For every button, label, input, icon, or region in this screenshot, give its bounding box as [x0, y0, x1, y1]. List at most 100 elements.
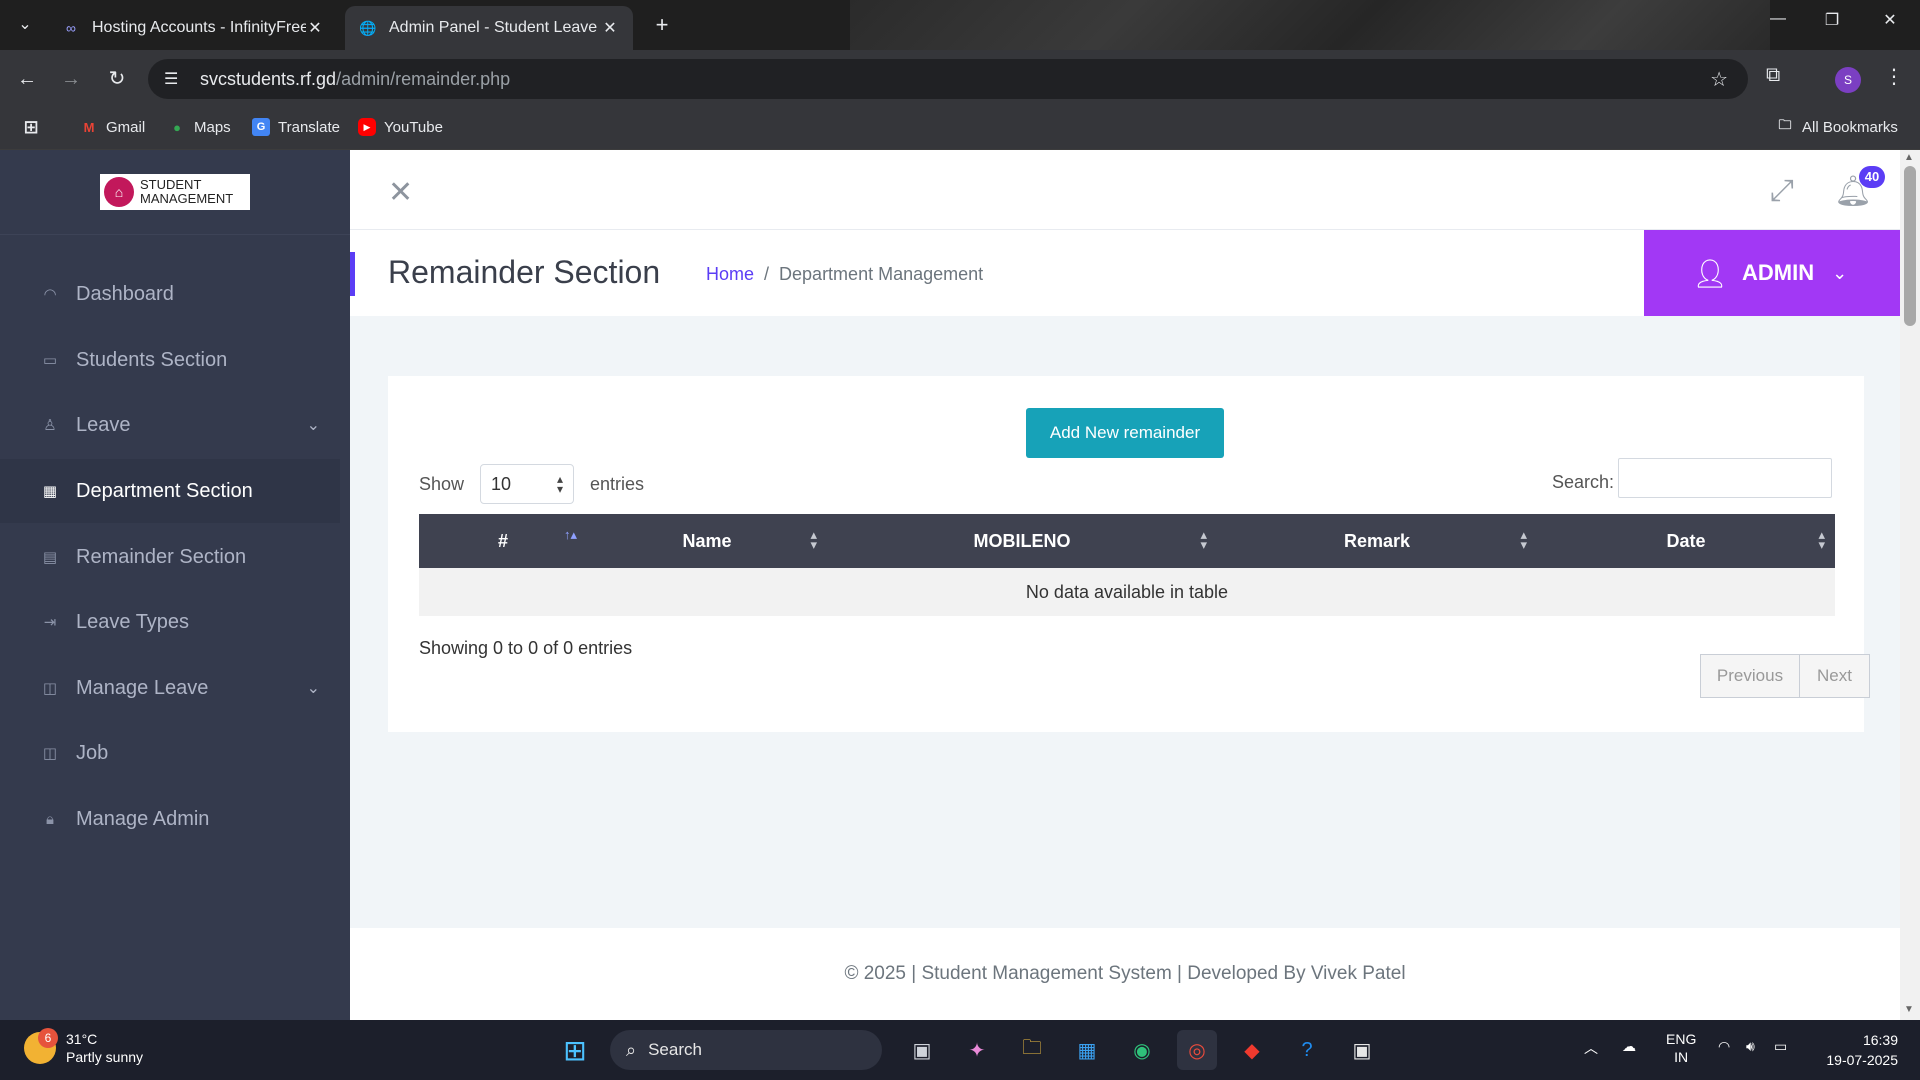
sidebar-item-label: Leave Types: [76, 610, 190, 633]
title-accent-bar: [350, 252, 355, 296]
column-header-mobileno[interactable]: MOBILENO ▴ ▾: [827, 514, 1217, 568]
profile-avatar[interactable]: S: [1835, 67, 1861, 93]
sidebar: ⌂ STUDENT MANAGEMENT ◠ Dashboard ▭ Stude…: [0, 150, 350, 1020]
url-text: svcstudents.rf.gd/admin/remainder.php: [200, 68, 511, 89]
admin-menu[interactable]: 👤︎ ADMIN ⌄: [1644, 230, 1900, 316]
browser-menu-icon[interactable]: ⋮: [1884, 64, 1904, 89]
sidebar-item-department[interactable]: ▦ Department Section: [0, 459, 340, 523]
fullscreen-icon[interactable]: ⤢: [1770, 174, 1794, 208]
copilot-icon[interactable]: ✦: [957, 1030, 997, 1070]
site-info-icon[interactable]: ☰: [164, 69, 186, 89]
breadcrumb-home[interactable]: Home: [706, 264, 754, 284]
help-icon[interactable]: ?: [1287, 1030, 1327, 1070]
column-header-name[interactable]: Name ▴ ▾: [587, 514, 827, 568]
scroll-up-icon[interactable]: ▲: [1904, 152, 1914, 163]
forward-icon[interactable]: →: [56, 64, 86, 94]
bookmark-youtube[interactable]: ▶ YouTube: [358, 118, 443, 136]
app-red-diamond-icon[interactable]: ◆: [1232, 1030, 1272, 1070]
system-clock[interactable]: 16:39 19-07-2025: [1812, 1030, 1898, 1070]
sidebar-item-remainder[interactable]: ▤ Remainder Section: [0, 525, 340, 589]
weather-temp: 31°C: [66, 1031, 98, 1047]
grid-icon: ▦: [42, 483, 58, 500]
close-tab-icon[interactable]: ✕: [306, 18, 324, 38]
column-header-number[interactable]: # ↑▴: [419, 514, 587, 568]
scroll-down-icon[interactable]: ▼: [1904, 1004, 1914, 1015]
sign-out-icon: ⇥: [43, 614, 57, 631]
column-header-remark[interactable]: Remark ▴ ▾: [1217, 514, 1537, 568]
sidebar-item-label: Leave: [76, 413, 131, 436]
bookmark-gmail[interactable]: M Gmail: [80, 118, 146, 136]
bookmark-star-icon[interactable]: ☆: [1710, 67, 1728, 92]
new-tab-button[interactable]: +: [648, 12, 676, 40]
sidebar-item-students[interactable]: ▭ Students Section: [0, 328, 340, 392]
gmail-icon: M: [83, 119, 95, 135]
clock-time: 16:39: [1862, 1032, 1898, 1048]
sort-asc-icon: ↑▴: [563, 527, 577, 542]
battery-icon[interactable]: ▭: [1774, 1038, 1787, 1055]
sort-icon: ▴ ▾: [810, 527, 817, 552]
close-window-icon[interactable]: ✕: [1870, 10, 1910, 30]
chrome-icon[interactable]: ◎: [1177, 1030, 1217, 1070]
volume-icon[interactable]: 🔊︎: [1746, 1038, 1755, 1055]
extensions-icon[interactable]: ⧉: [1766, 64, 1780, 87]
select-arrows-icon: ▴ ▾: [557, 472, 564, 496]
remainder-card: Add New remainder Show 10 ▴ ▾ entries Sea…: [388, 376, 1870, 732]
bookmark-label: Translate: [278, 118, 340, 136]
bookmark-label: YouTube: [384, 118, 443, 136]
previous-button[interactable]: Previous: [1700, 654, 1800, 698]
scrollbar-thumb[interactable]: [1904, 166, 1916, 326]
wifi-icon[interactable]: ◠: [1718, 1038, 1730, 1055]
taskbar-search[interactable]: ⌕ Search: [610, 1030, 882, 1070]
add-new-remainder-button[interactable]: Add New remainder: [1026, 408, 1224, 458]
calendar-icon: ▤: [42, 549, 58, 566]
language-indicator[interactable]: ENG IN: [1666, 1030, 1696, 1066]
terminal-app-icon[interactable]: ▣: [1342, 1030, 1382, 1070]
sidebar-item-job[interactable]: ◫ Job: [0, 721, 340, 785]
sort-icon: ▴ ▾: [1520, 527, 1527, 552]
close-sidebar-icon[interactable]: ✕: [388, 178, 413, 208]
app-logo[interactable]: ⌂ STUDENT MANAGEMENT: [100, 174, 250, 210]
restore-icon[interactable]: ❐: [1812, 10, 1852, 30]
all-bookmarks-label: All Bookmarks: [1802, 118, 1898, 136]
bookmarks-bar: ⊞ M Gmail ● Maps G Translate ▶ YouTube 🗀…: [0, 108, 1920, 150]
minimize-icon[interactable]: —: [1758, 10, 1798, 28]
apps-grid-icon[interactable]: ⊞: [22, 117, 48, 137]
user-icon: ♙: [43, 417, 57, 434]
bookmark-translate[interactable]: G Translate: [252, 118, 340, 136]
weather-badge: 6: [38, 1028, 58, 1048]
onedrive-icon[interactable]: ☁: [1622, 1038, 1636, 1055]
divider: [0, 234, 350, 235]
back-icon[interactable]: ←: [12, 64, 42, 94]
sidebar-item-manage-admin[interactable]: 🔒︎ Manage Admin: [0, 787, 340, 851]
windows-start-icon[interactable]: ⊞: [555, 1030, 595, 1070]
next-button[interactable]: Next: [1800, 654, 1870, 698]
sidebar-item-leave[interactable]: ♙ Leave ⌄: [0, 393, 340, 457]
column-header-date[interactable]: Date ▴ ▾: [1537, 514, 1835, 568]
entries-label: entries: [590, 473, 645, 494]
bookmark-maps[interactable]: ● Maps: [168, 118, 231, 136]
show-hidden-icons[interactable]: ︿: [1584, 1038, 1598, 1058]
edge-icon[interactable]: ◉: [1122, 1030, 1162, 1070]
sidebar-item-manage-leave[interactable]: ◫ Manage Leave ⌄: [0, 656, 340, 720]
task-view-icon[interactable]: ▣: [902, 1030, 942, 1070]
page-scrollbar[interactable]: ▲ ▼: [1900, 150, 1920, 1020]
sidebar-item-dashboard[interactable]: ◠ Dashboard: [0, 262, 340, 326]
tab-hosting-accounts[interactable]: ∞ Hosting Accounts - InfinityFree ✕: [48, 6, 338, 50]
reload-icon[interactable]: ↻: [102, 64, 132, 94]
store-icon[interactable]: ▦: [1067, 1030, 1107, 1070]
close-tab-icon[interactable]: ✕: [601, 18, 619, 38]
tab-search-icon[interactable]: ⌄: [12, 12, 38, 38]
chevron-down-icon: ⌄: [1832, 262, 1848, 283]
all-bookmarks[interactable]: 🗀 All Bookmarks: [1776, 117, 1898, 136]
breadcrumb-current: Department Management: [779, 264, 984, 284]
entries-select[interactable]: 10 ▴ ▾: [480, 464, 575, 504]
file-explorer-icon[interactable]: 🗀: [1012, 1030, 1052, 1070]
youtube-icon: ▶: [358, 118, 376, 136]
weather-widget[interactable]: 6 31°C Partly sunny: [24, 1028, 143, 1066]
address-bar[interactable]: ☰ svcstudents.rf.gd/admin/remainder.php …: [148, 59, 1748, 99]
sidebar-item-leave-types[interactable]: ⇥ Leave Types: [0, 590, 340, 654]
admin-name: ADMIN: [1742, 260, 1815, 285]
table-search-input[interactable]: [1618, 458, 1832, 498]
tab-admin-panel[interactable]: 🌐 Admin Panel - Student Leave ✕: [345, 6, 633, 50]
maps-icon: ●: [173, 119, 181, 135]
